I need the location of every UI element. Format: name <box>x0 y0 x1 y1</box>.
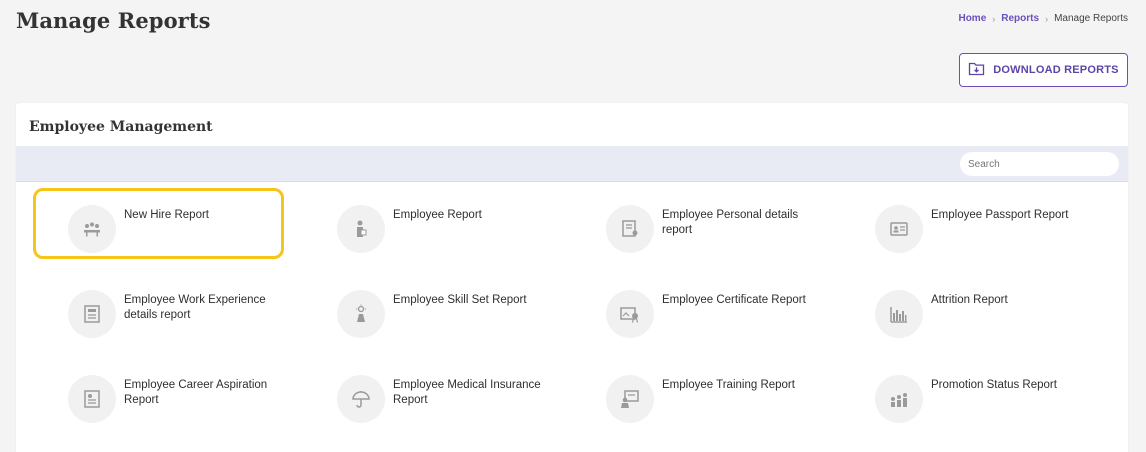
breadcrumb-current: Manage Reports <box>1054 13 1128 24</box>
report-label: Employee Report <box>393 209 482 221</box>
report-attrition[interactable]: Attrition Report <box>875 290 1091 338</box>
breadcrumb-home[interactable]: Home <box>958 13 986 24</box>
report-career-aspiration[interactable]: Employee Career Aspiration Report <box>68 375 284 423</box>
report-training[interactable]: Employee Training Report <box>606 375 822 423</box>
folder-download-icon <box>968 61 985 79</box>
page-title: Manage Reports <box>16 8 211 33</box>
report-medical-insurance[interactable]: Employee Medical Insurance Report <box>337 375 553 423</box>
document-list-icon <box>68 290 116 338</box>
training-board-icon <box>606 375 654 423</box>
report-label: Employee Passport Report <box>931 209 1069 221</box>
report-personal-details[interactable]: Employee Personal details report <box>606 205 822 253</box>
report-work-experience[interactable]: Employee Work Experience details report <box>68 290 284 338</box>
passport-card-icon <box>875 205 923 253</box>
report-label: Employee Training Report <box>662 379 795 391</box>
report-employee[interactable]: Employee Report <box>337 205 553 253</box>
personal-details-icon <box>606 205 654 253</box>
breadcrumb: Home › Reports › Manage Reports <box>958 13 1128 24</box>
download-reports-button[interactable]: DOWNLOAD REPORTS <box>959 53 1128 87</box>
card-title: Employee Management <box>29 119 213 135</box>
chevron-right-icon: › <box>992 13 996 24</box>
report-label: Employee Medical Insurance Report <box>393 379 541 406</box>
report-passport[interactable]: Employee Passport Report <box>875 205 1091 253</box>
report-label: Attrition Report <box>931 294 1008 306</box>
report-label: New Hire Report <box>124 209 209 221</box>
report-label: Employee Career Aspiration Report <box>124 379 268 406</box>
search-input[interactable] <box>960 152 1119 176</box>
chevron-right-icon: › <box>1045 13 1049 24</box>
report-label: Employee Certificate Report <box>662 294 806 306</box>
report-certificate[interactable]: Employee Certificate Report <box>606 290 822 338</box>
report-new-hire[interactable]: New Hire Report <box>68 205 284 253</box>
card-toolbar <box>16 146 1128 182</box>
report-label: Employee Work Experience details report <box>124 294 266 321</box>
promotion-people-icon <box>875 375 923 423</box>
umbrella-icon <box>337 375 385 423</box>
bar-chart-icon <box>875 290 923 338</box>
career-document-icon <box>68 375 116 423</box>
report-label: Promotion Status Report <box>931 379 1057 391</box>
report-promotion-status[interactable]: Promotion Status Report <box>875 375 1091 423</box>
breadcrumb-reports[interactable]: Reports <box>1001 13 1039 24</box>
employee-icon <box>337 205 385 253</box>
report-skill-set[interactable]: Employee Skill Set Report <box>337 290 553 338</box>
download-reports-label: DOWNLOAD REPORTS <box>993 64 1119 76</box>
skill-idea-icon <box>337 290 385 338</box>
certificate-icon <box>606 290 654 338</box>
team-meeting-icon <box>68 205 116 253</box>
report-label: Employee Personal details report <box>662 209 799 236</box>
report-label: Employee Skill Set Report <box>393 294 527 306</box>
